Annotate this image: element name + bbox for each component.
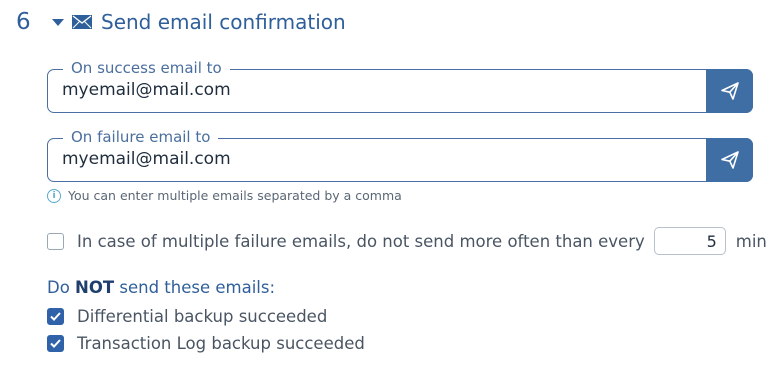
failure-email-field: On failure email to <box>47 128 753 182</box>
section-header: 6 Send email confirmation <box>16 6 346 38</box>
check-icon <box>50 311 61 321</box>
frequency-row: In case of multiple failure emails, do n… <box>47 226 767 256</box>
do-not-send-suffix: send these emails: <box>114 278 276 297</box>
send-icon <box>720 151 739 169</box>
success-email-field: On success email to <box>47 59 753 113</box>
section-title: Send email confirmation <box>101 10 346 34</box>
failure-email-input[interactable] <box>48 139 716 179</box>
hint-text: You can enter multiple emails separated … <box>68 188 402 203</box>
frequency-label: In case of multiple failure emails, do n… <box>77 231 645 251</box>
transaction-log-option-label: Transaction Log backup succeeded <box>77 333 365 353</box>
send-icon <box>720 82 739 100</box>
frequency-input[interactable] <box>653 227 726 255</box>
transaction-log-option-row: Transaction Log backup succeeded <box>47 332 365 354</box>
success-email-input[interactable] <box>48 70 716 110</box>
caret-down-icon[interactable] <box>52 18 64 26</box>
frequency-unit: min <box>735 231 767 251</box>
send-test-success-button[interactable] <box>706 69 753 113</box>
step-number: 6 <box>16 9 31 35</box>
envelope-icon <box>72 15 92 29</box>
do-not-send-emphasis: NOT <box>75 278 115 297</box>
do-not-send-prefix: Do <box>47 278 76 297</box>
info-icon: i <box>47 188 61 203</box>
check-icon <box>50 338 61 348</box>
frequency-checkbox[interactable] <box>47 232 64 250</box>
email-hint: i You can enter multiple emails separate… <box>47 188 402 203</box>
differential-checkbox[interactable] <box>47 307 64 325</box>
transaction-log-checkbox[interactable] <box>47 334 64 352</box>
send-test-failure-button[interactable] <box>706 138 753 182</box>
differential-option-row: Differential backup succeeded <box>47 305 327 327</box>
do-not-send-heading: Do NOT send these emails: <box>47 278 275 297</box>
differential-option-label: Differential backup succeeded <box>77 306 328 326</box>
